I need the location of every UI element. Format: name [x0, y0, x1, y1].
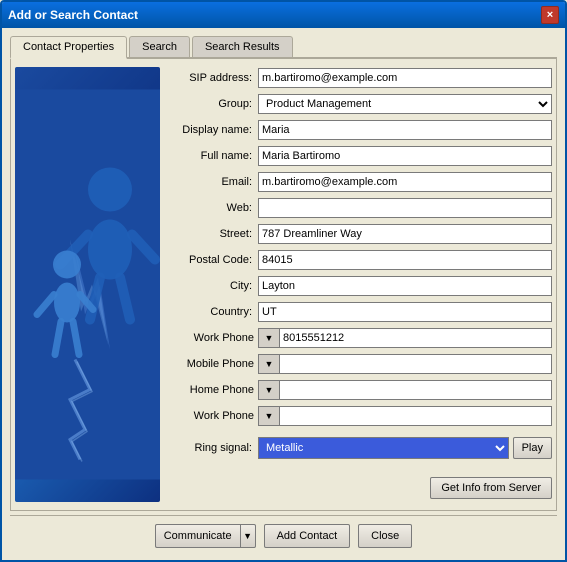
- home-phone-label: Home Phone: [168, 384, 258, 396]
- mobile-phone-dropdown-button[interactable]: ▼: [258, 354, 280, 374]
- ring-signal-row: Ring signal: Metallic Play: [168, 437, 552, 459]
- title-bar: Add or Search Contact ×: [2, 2, 565, 28]
- communicate-dropdown-button[interactable]: ▼: [240, 524, 256, 548]
- group-select-wrapper: Product Management: [258, 94, 552, 114]
- contact-form: SIP address: Group: Product Management: [168, 67, 552, 502]
- ring-signal-label: Ring signal:: [168, 442, 258, 454]
- group-select[interactable]: Product Management: [258, 94, 552, 114]
- work-phone2-input[interactable]: [280, 406, 552, 426]
- full-name-label: Full name:: [168, 150, 258, 162]
- full-name-row: Full name:: [168, 145, 552, 167]
- decoration-svg: [15, 67, 160, 502]
- street-row: Street:: [168, 223, 552, 245]
- chevron-down-icon: ▼: [243, 531, 252, 541]
- sip-input[interactable]: [258, 68, 552, 88]
- group-row: Group: Product Management: [168, 93, 552, 115]
- email-input[interactable]: [258, 172, 552, 192]
- communicate-button[interactable]: Communicate: [155, 524, 240, 548]
- email-label: Email:: [168, 176, 258, 188]
- web-label: Web:: [168, 202, 258, 214]
- add-contact-button[interactable]: Add Contact: [264, 524, 351, 548]
- web-input[interactable]: [258, 198, 552, 218]
- city-row: City:: [168, 275, 552, 297]
- display-name-input[interactable]: [258, 120, 552, 140]
- ring-signal-select[interactable]: Metallic: [258, 437, 509, 459]
- work-phone-input[interactable]: [280, 328, 552, 348]
- work-phone-label: Work Phone: [168, 332, 258, 344]
- email-row: Email:: [168, 171, 552, 193]
- tab-search[interactable]: Search: [129, 36, 190, 57]
- country-label: Country:: [168, 306, 258, 318]
- window-content: Contact Properties Search Search Results: [2, 28, 565, 560]
- tab-contact-properties[interactable]: Contact Properties: [10, 36, 127, 59]
- play-button[interactable]: Play: [513, 437, 552, 459]
- display-name-row: Display name:: [168, 119, 552, 141]
- mobile-phone-row: Mobile Phone ▼: [168, 353, 552, 375]
- get-info-from-server-button[interactable]: Get Info from Server: [430, 477, 552, 499]
- work-phone-dropdown-button[interactable]: ▼: [258, 328, 280, 348]
- city-input[interactable]: [258, 276, 552, 296]
- postal-code-input[interactable]: [258, 250, 552, 270]
- tab-search-results[interactable]: Search Results: [192, 36, 293, 57]
- postal-code-row: Postal Code:: [168, 249, 552, 271]
- bottom-bar: Communicate ▼ Add Contact Close: [10, 515, 557, 552]
- mobile-phone-label: Mobile Phone: [168, 358, 258, 370]
- work-phone-row: Work Phone ▼: [168, 327, 552, 349]
- home-phone-dropdown-button[interactable]: ▼: [258, 380, 280, 400]
- city-label: City:: [168, 280, 258, 292]
- work-phone2-label: Work Phone: [168, 410, 258, 422]
- tab-panel-contact-properties: SIP address: Group: Product Management: [10, 59, 557, 511]
- sip-label: SIP address:: [168, 72, 258, 84]
- mobile-phone-input[interactable]: [280, 354, 552, 374]
- main-window: Add or Search Contact × Contact Properti…: [0, 0, 567, 562]
- tabs-area: Contact Properties Search Search Results: [10, 36, 557, 511]
- country-row: Country:: [168, 301, 552, 323]
- country-input[interactable]: [258, 302, 552, 322]
- full-name-input[interactable]: [258, 146, 552, 166]
- postal-code-label: Postal Code:: [168, 254, 258, 266]
- group-label: Group:: [168, 98, 258, 110]
- window-title: Add or Search Contact: [8, 8, 138, 22]
- sip-row: SIP address:: [168, 67, 552, 89]
- street-label: Street:: [168, 228, 258, 240]
- web-row: Web:: [168, 197, 552, 219]
- display-name-label: Display name:: [168, 124, 258, 136]
- home-phone-input[interactable]: [280, 380, 552, 400]
- close-window-button[interactable]: ×: [541, 6, 559, 24]
- close-button[interactable]: Close: [358, 524, 412, 548]
- communicate-button-group: Communicate ▼: [155, 524, 256, 548]
- work-phone2-row: Work Phone ▼: [168, 405, 552, 427]
- work-phone2-dropdown-button[interactable]: ▼: [258, 406, 280, 426]
- street-input[interactable]: [258, 224, 552, 244]
- tab-bar: Contact Properties Search Search Results: [10, 36, 557, 59]
- left-decoration-panel: [15, 67, 160, 502]
- home-phone-row: Home Phone ▼: [168, 379, 552, 401]
